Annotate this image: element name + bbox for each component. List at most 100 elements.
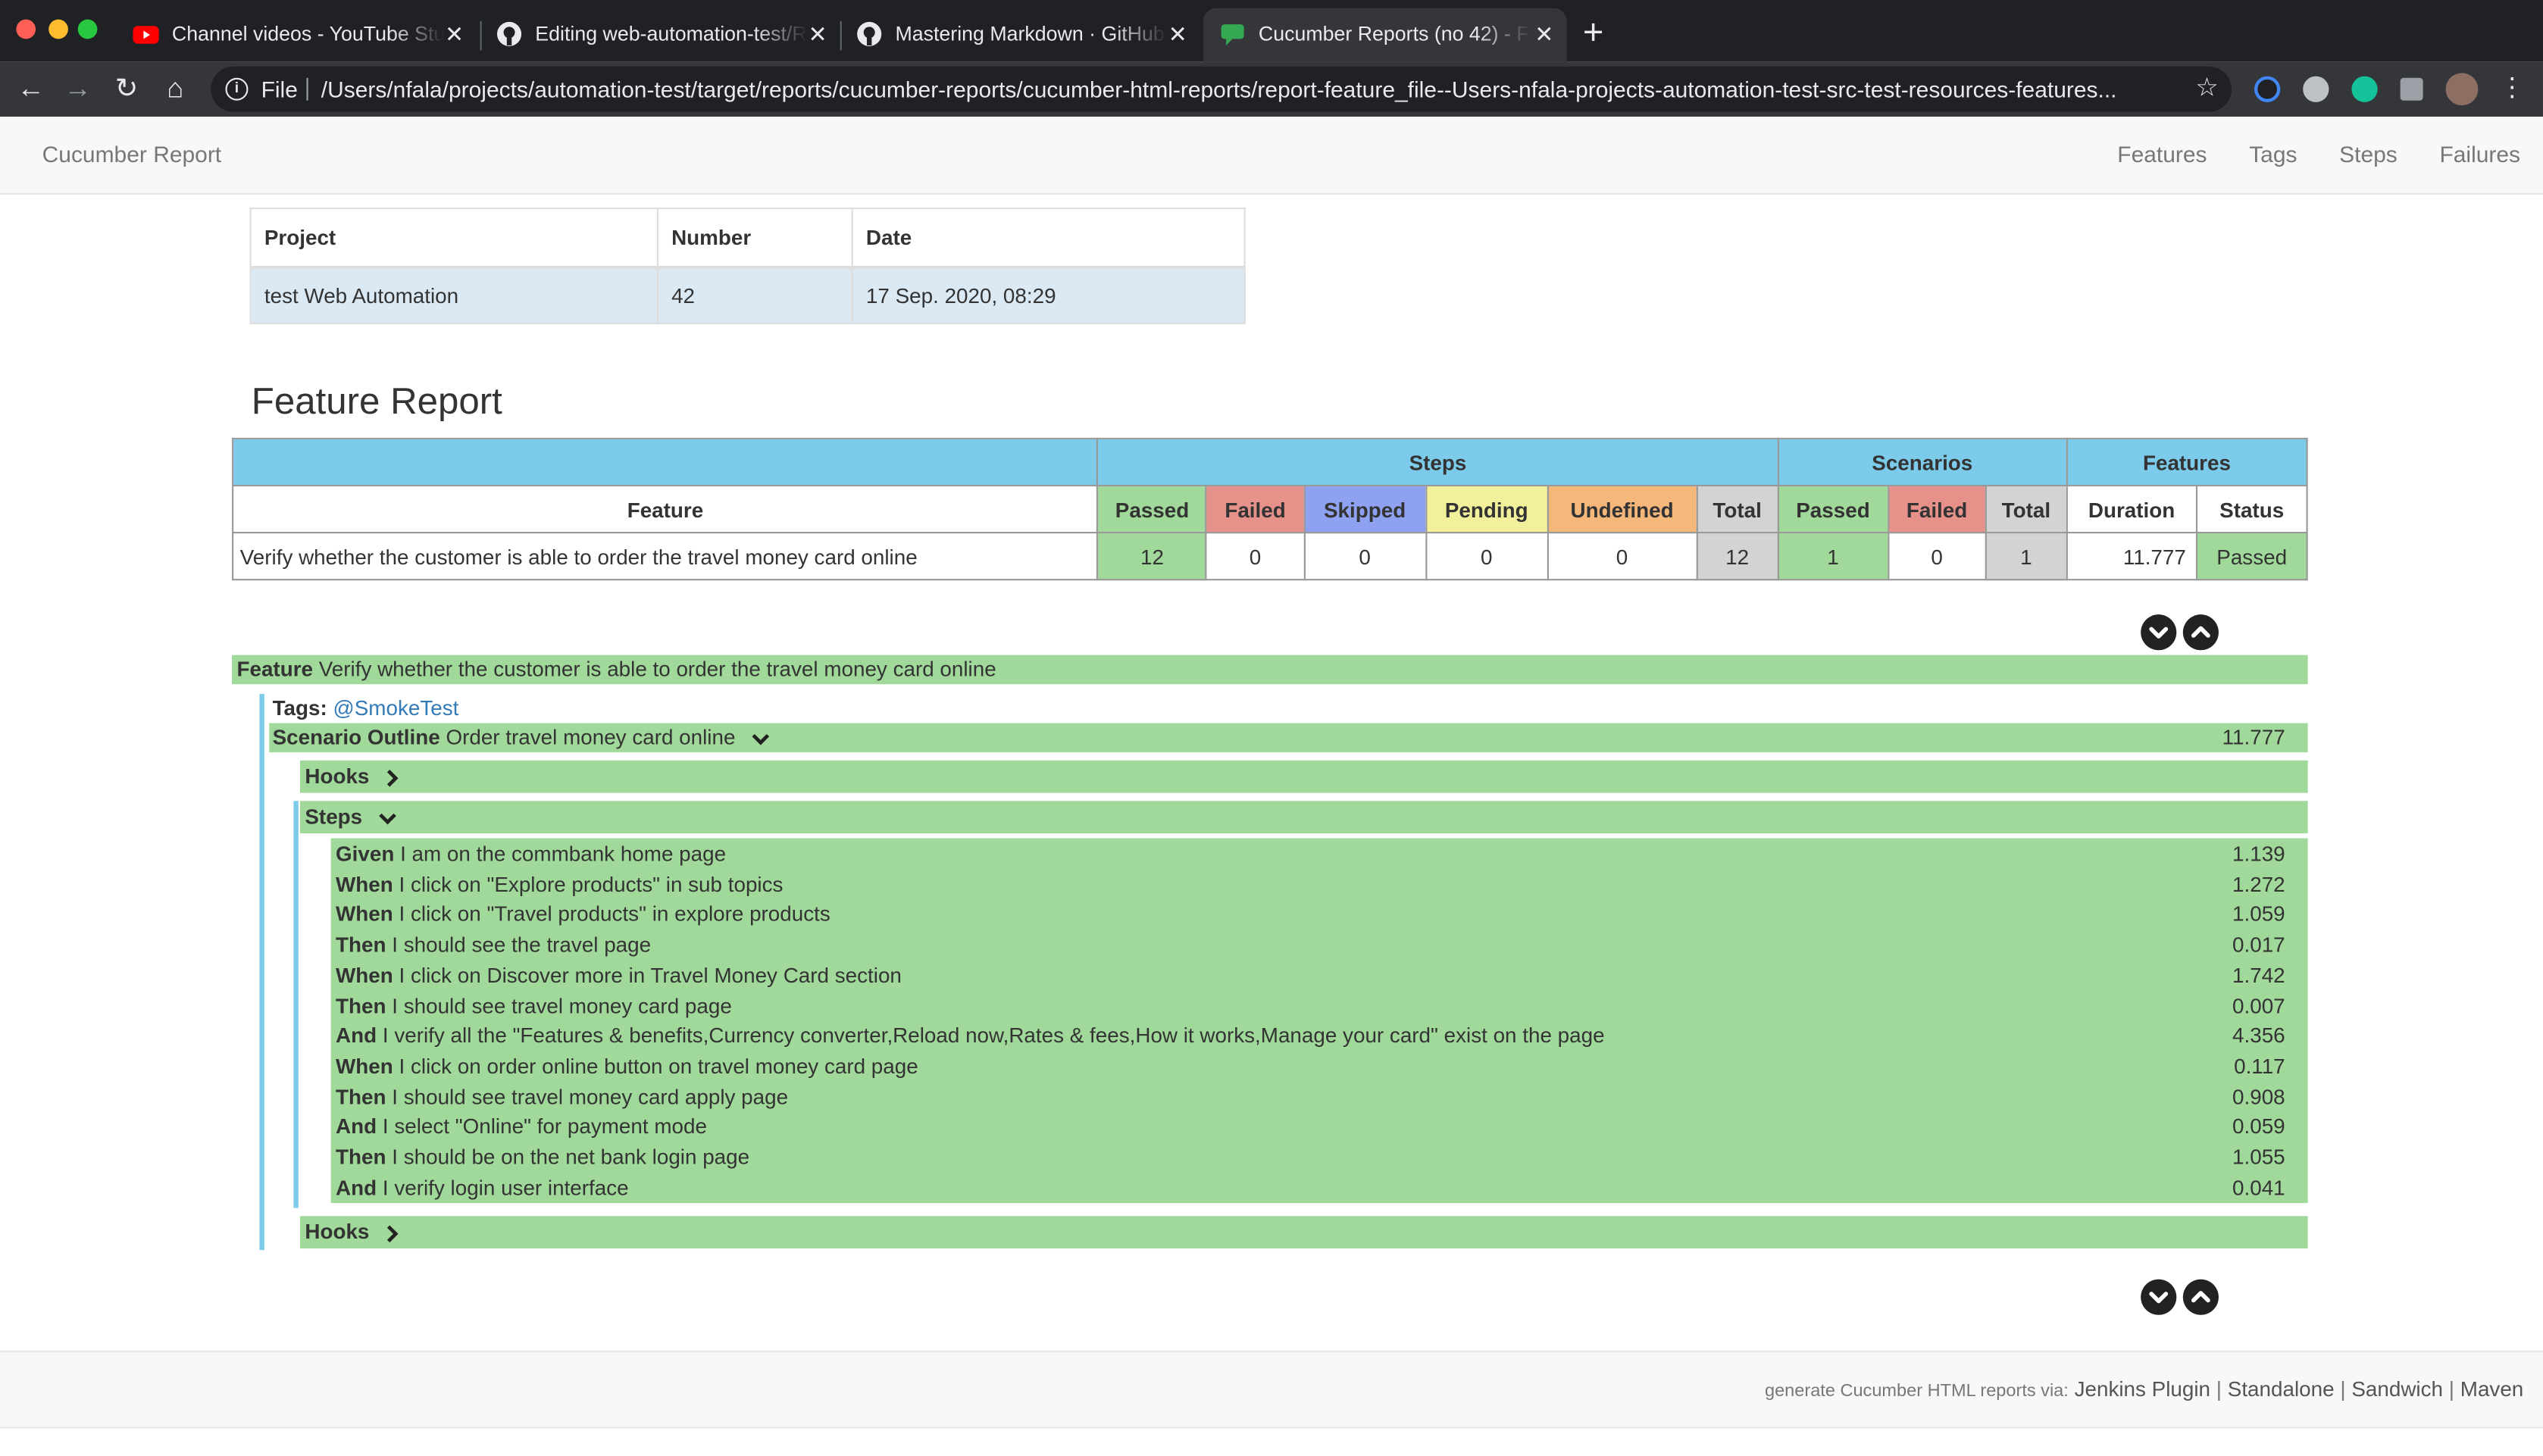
step-row: When I click on order online button on t… [336, 1052, 2285, 1083]
hooks-label: Hooks [305, 764, 370, 789]
collapse-all-chevron-up-icon[interactable] [2182, 614, 2219, 651]
column-header-feature[interactable]: Feature [232, 484, 1099, 534]
browser-tab-cucumber-report[interactable]: Cucumber Reports (no 42) - Features ✕ [1203, 8, 1567, 62]
step-duration: 0.017 [2232, 932, 2285, 957]
chat-bubble-icon [1221, 24, 1244, 45]
grammarly-icon[interactable] [2351, 76, 2378, 102]
hooks-label: Hooks [305, 1219, 370, 1244]
step-keyword: And [336, 1175, 377, 1200]
navbar-brand[interactable]: Cucumber Report [42, 117, 222, 193]
column-header-steps-undefined[interactable]: Undefined [1546, 484, 1698, 534]
tag-link[interactable]: @SmokeTest [333, 695, 458, 720]
column-header-duration[interactable]: Duration [2066, 484, 2197, 534]
feature-keyword: Feature [236, 656, 314, 681]
footer-link-sandwich[interactable]: Sandwich [2351, 1376, 2443, 1401]
back-arrow-icon[interactable]: ← [13, 71, 48, 107]
nav-link-features[interactable]: Features [2117, 117, 2207, 193]
chevron-down-icon[interactable] [751, 730, 771, 746]
tab-title: Channel videos - YouTube Studio [171, 22, 445, 45]
step-text: I should see travel money card page [386, 992, 732, 1018]
steps-pending-cell: 0 [1425, 532, 1549, 581]
step-keyword: Then [336, 992, 386, 1018]
expand-all-chevron-down-icon[interactable] [2141, 1279, 2177, 1315]
omnibox-separator [306, 77, 308, 101]
window-zoom-button[interactable] [77, 19, 98, 39]
feature-name-cell[interactable]: Verify whether the customer is able to o… [232, 532, 1099, 581]
column-header-steps-failed[interactable]: Failed [1206, 484, 1305, 534]
forward-arrow-icon[interactable]: → [60, 71, 95, 107]
browser-tab-youtube[interactable]: Channel videos - YouTube Studio ✕ [117, 8, 477, 62]
before-hooks-row[interactable]: Hooks [299, 760, 2308, 793]
collapse-all-chevron-up-icon[interactable] [2182, 1279, 2219, 1315]
step-keyword: Then [336, 1083, 386, 1109]
footer-link-maven[interactable]: Maven [2460, 1376, 2524, 1401]
step-duration: 1.272 [2232, 871, 2285, 896]
window-close-button[interactable] [16, 19, 36, 39]
footer-text: generate Cucumber HTML reports via: Jenk… [1765, 1376, 2523, 1401]
step-duration: 0.041 [2232, 1175, 2285, 1200]
scenario-header[interactable]: Scenario Outline Order travel money card… [269, 723, 2308, 753]
step-keyword: Then [336, 932, 386, 957]
chevron-right-icon[interactable] [385, 768, 401, 788]
step-keyword: When [336, 901, 393, 926]
window-minimize-button[interactable] [48, 19, 68, 39]
scenarios-failed-cell: 0 [1887, 532, 1987, 581]
step-text: I should see travel money card apply pag… [386, 1083, 789, 1109]
tab-title: Mastering Markdown · GitHub Guides [895, 22, 1168, 45]
after-hooks-row[interactable]: Hooks [299, 1216, 2308, 1249]
address-bar[interactable]: i File /Users/nfala/projects/automation-… [211, 66, 2232, 112]
step-duration: 0.908 [2232, 1083, 2285, 1109]
step-keyword: When [336, 962, 393, 988]
step-row: When I click on Discover more in Travel … [336, 961, 2285, 992]
tab-title: Cucumber Reports (no 42) - Features [1258, 22, 1531, 45]
chevron-down-icon[interactable] [378, 810, 398, 826]
column-header-steps-total[interactable]: Total [1696, 484, 1779, 534]
footer-link-jenkins[interactable]: Jenkins Plugin [2075, 1376, 2210, 1401]
puzzle-icon[interactable] [2400, 77, 2423, 101]
step-row: Given I am on the commbank home page 1.13… [336, 840, 2285, 870]
bookmark-star-icon[interactable]: ☆ [2195, 67, 2219, 112]
column-header-steps-pending[interactable]: Pending [1425, 484, 1549, 534]
avatar[interactable] [2445, 73, 2479, 106]
close-icon[interactable]: ✕ [1168, 8, 1187, 60]
build-info-table: Project Number Date test Web Automation … [249, 207, 1246, 325]
nav-link-tags[interactable]: Tags [2249, 117, 2297, 193]
browser-tab-github-editing[interactable]: Editing web-automation-test/README.md ✕ [480, 8, 840, 62]
column-header-status[interactable]: Status [2195, 484, 2308, 534]
tags-label: Tags: [272, 695, 327, 720]
close-icon[interactable]: ✕ [1534, 8, 1553, 60]
step-text: I am on the commbank home page [394, 841, 727, 866]
navbar-links: Features Tags Steps Failures [2117, 117, 2520, 193]
step-keyword: And [336, 1114, 377, 1139]
url-text[interactable]: /Users/nfala/projects/automation-test/ta… [321, 67, 2173, 112]
extension-lens-icon[interactable] [2254, 76, 2281, 102]
step-duration: 1.055 [2232, 1145, 2285, 1170]
steps-skipped-cell: 0 [1303, 532, 1427, 581]
close-icon[interactable]: ✕ [808, 8, 827, 60]
chevron-right-icon[interactable] [385, 1223, 401, 1243]
info-icon[interactable]: i [225, 77, 249, 101]
kebab-menu-icon[interactable]: ⋮ [2495, 71, 2530, 107]
group-header-empty [232, 437, 1099, 487]
footer-link-standalone[interactable]: Standalone [2228, 1376, 2335, 1401]
extension-circle-icon[interactable] [2303, 76, 2329, 102]
step-duration: 1.742 [2232, 962, 2285, 988]
column-header-scenarios-passed[interactable]: Passed [1777, 484, 1889, 534]
steps-header-row[interactable]: Steps [299, 801, 2308, 834]
home-icon[interactable]: ⌂ [158, 71, 193, 107]
nav-link-failures[interactable]: Failures [2439, 117, 2520, 193]
column-header-steps-passed[interactable]: Passed [1096, 484, 1208, 534]
browser-tab-markdown-guide[interactable]: Mastering Markdown · GitHub Guides ✕ [840, 8, 1200, 62]
reload-icon[interactable]: ↻ [108, 71, 144, 107]
feature-indent-bar [259, 694, 264, 1251]
column-header-steps-skipped[interactable]: Skipped [1303, 484, 1427, 534]
new-tab-icon[interactable]: + [1583, 10, 1604, 55]
nav-link-steps[interactable]: Steps [2339, 117, 2398, 193]
step-text: I should see the travel page [386, 932, 652, 957]
column-header-scenarios-total[interactable]: Total [1985, 484, 2068, 534]
expand-all-chevron-down-icon[interactable] [2141, 614, 2177, 651]
close-icon[interactable]: ✕ [445, 8, 464, 60]
date-cell: 17 Sep. 2020, 08:29 [851, 266, 1246, 325]
step-duration: 0.007 [2232, 992, 2285, 1018]
column-header-scenarios-failed[interactable]: Failed [1887, 484, 1987, 534]
